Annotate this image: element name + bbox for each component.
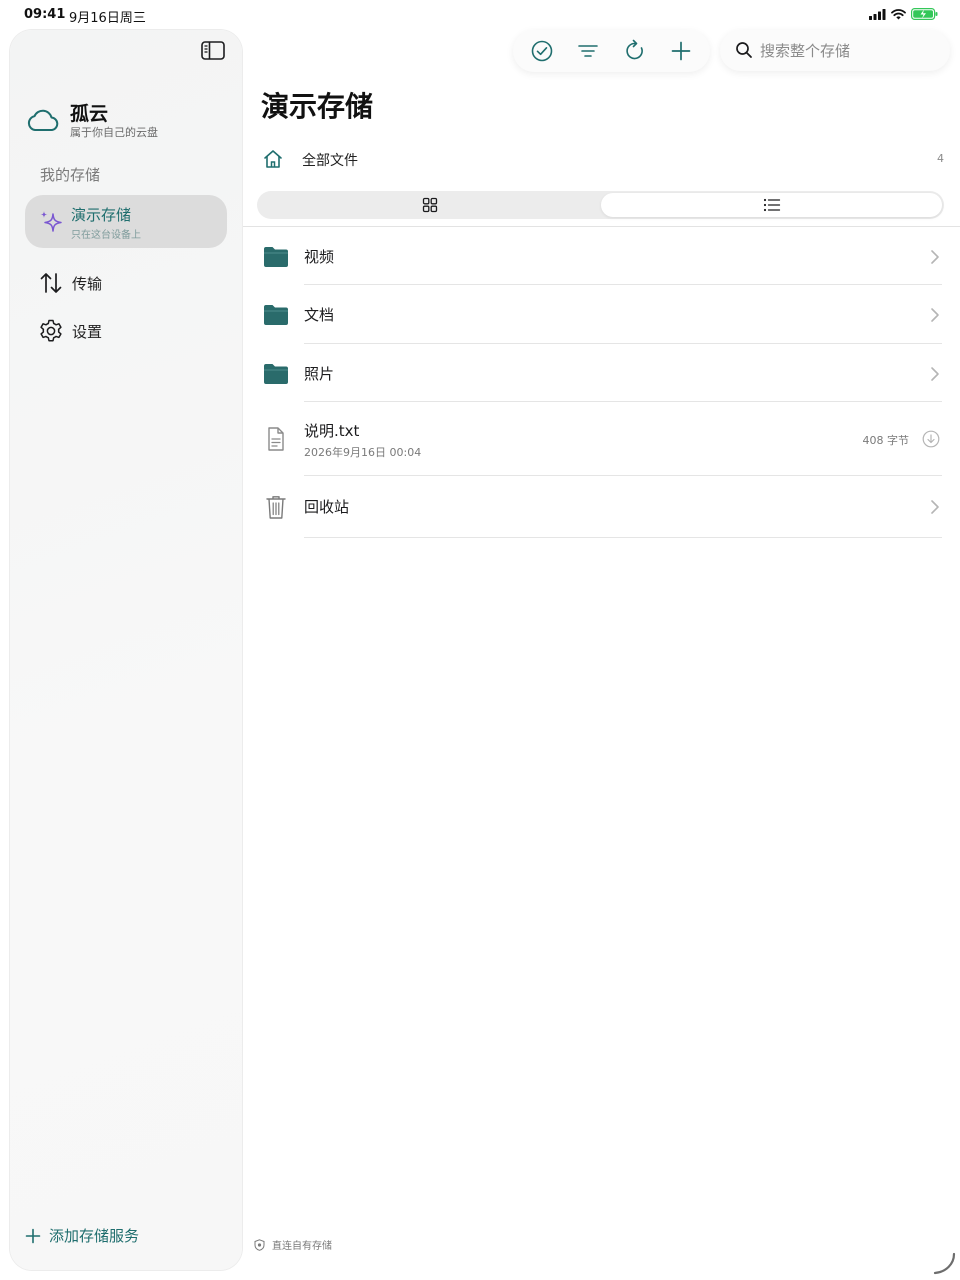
shield-icon bbox=[254, 1238, 265, 1251]
add-storage-service-button[interactable]: 添加存储服务 bbox=[25, 1225, 139, 1246]
item-size: 408 字节 bbox=[862, 434, 910, 447]
grid-icon bbox=[422, 197, 437, 213]
item-name: 视频 bbox=[304, 248, 335, 266]
row-divider bbox=[304, 401, 942, 402]
breadcrumb-label: 全部文件 bbox=[302, 153, 358, 169]
sidebar-toggle-button[interactable] bbox=[200, 39, 226, 63]
chevron-right-icon bbox=[931, 500, 939, 514]
row-divider bbox=[304, 343, 942, 344]
list-item-file-readme[interactable]: 说明.txt 2026年9月16日 00:04 408 字节 bbox=[262, 420, 942, 460]
row-divider bbox=[304, 537, 942, 538]
item-name: 文档 bbox=[304, 306, 335, 324]
toolbar bbox=[513, 30, 710, 72]
arrows-up-down-icon bbox=[40, 273, 62, 293]
status-time: 09:41 bbox=[24, 7, 66, 22]
list-item-folder-videos[interactable]: 视频 bbox=[262, 244, 942, 270]
select-check-icon bbox=[531, 40, 553, 62]
list-item-folder-photos[interactable]: 照片 bbox=[262, 361, 942, 387]
cellular-signal-icon bbox=[869, 8, 886, 20]
view-mode-segmented-control bbox=[257, 191, 944, 219]
filter-lines-icon bbox=[578, 45, 599, 57]
folder-icon bbox=[264, 247, 288, 267]
wifi-icon bbox=[891, 8, 906, 19]
sidebar-item-demo-storage[interactable]: 演示存储 只在这台设备上 bbox=[25, 195, 227, 248]
folder-icon bbox=[264, 305, 288, 325]
list-item-trash[interactable]: 回收站 bbox=[262, 494, 942, 520]
download-icon[interactable] bbox=[922, 430, 940, 448]
brand-name: 孤云 bbox=[70, 103, 109, 125]
brand: 孤云 属于你自己的云盘 bbox=[26, 102, 158, 140]
chevron-right-icon bbox=[931, 367, 939, 381]
list-item-folder-documents[interactable]: 文档 bbox=[262, 302, 942, 328]
plus-icon bbox=[25, 1228, 41, 1243]
item-name: 回收站 bbox=[304, 498, 350, 516]
grid-view-tab[interactable] bbox=[259, 193, 600, 217]
add-button[interactable] bbox=[668, 38, 694, 64]
trash-icon bbox=[266, 496, 286, 519]
chevron-right-icon bbox=[931, 250, 939, 264]
breadcrumb[interactable]: 全部文件 4 bbox=[262, 148, 944, 172]
list-icon bbox=[763, 198, 780, 212]
folder-icon bbox=[264, 364, 288, 384]
add-storage-service-label: 添加存储服务 bbox=[49, 1227, 140, 1245]
sort-filter-button[interactable] bbox=[575, 38, 601, 64]
resize-handle-icon[interactable] bbox=[932, 1252, 956, 1276]
status-date: 9月16日周三 bbox=[69, 11, 146, 26]
chevron-right-icon bbox=[931, 308, 939, 322]
item-name: 说明.txt bbox=[304, 422, 360, 440]
cloud-icon bbox=[27, 109, 59, 131]
status-bar: 09:41 9月16日周三 bbox=[0, 0, 960, 30]
footer-note: 直连自有存储 bbox=[254, 1237, 332, 1252]
search-icon bbox=[736, 42, 752, 58]
battery-charging-icon bbox=[911, 8, 938, 20]
select-button[interactable] bbox=[529, 38, 555, 64]
storage-name: 演示存储 bbox=[71, 206, 132, 224]
refresh-button[interactable] bbox=[622, 38, 648, 64]
home-icon bbox=[264, 150, 282, 168]
row-divider bbox=[304, 284, 942, 285]
sidebar-item-transfers[interactable]: 传输 bbox=[38, 270, 102, 296]
sidebar-item-label: 设置 bbox=[72, 322, 103, 341]
refresh-icon bbox=[625, 39, 643, 60]
page-title: 演示存储 bbox=[261, 90, 374, 123]
sparkle-icon bbox=[40, 211, 62, 232]
status-icons bbox=[869, 8, 938, 20]
list-top-divider bbox=[243, 226, 960, 227]
sidebar: 孤云 属于你自己的云盘 我的存储 演示存储 只在这台设备上 传输 设置 添加存储… bbox=[10, 30, 242, 1270]
sidebar-item-settings[interactable]: 设置 bbox=[38, 318, 102, 344]
search-input[interactable] bbox=[760, 39, 940, 63]
section-label-my-storage: 我的存储 bbox=[40, 166, 101, 184]
gear-icon bbox=[40, 319, 62, 342]
item-name: 照片 bbox=[304, 365, 335, 383]
list-view-tab[interactable] bbox=[601, 193, 942, 217]
row-divider bbox=[304, 475, 942, 476]
sidebar-toggle-icon bbox=[201, 41, 225, 60]
item-count: 4 bbox=[937, 152, 944, 165]
item-date: 2026年9月16日 00:04 bbox=[304, 446, 422, 459]
footer-note-label: 直连自有存储 bbox=[272, 1241, 332, 1252]
document-icon bbox=[268, 427, 284, 451]
search-bar[interactable] bbox=[720, 30, 950, 71]
plus-icon bbox=[671, 41, 691, 61]
brand-subtitle: 属于你自己的云盘 bbox=[70, 126, 158, 139]
sidebar-item-label: 传输 bbox=[72, 274, 103, 293]
storage-subtitle: 只在这台设备上 bbox=[71, 230, 141, 241]
